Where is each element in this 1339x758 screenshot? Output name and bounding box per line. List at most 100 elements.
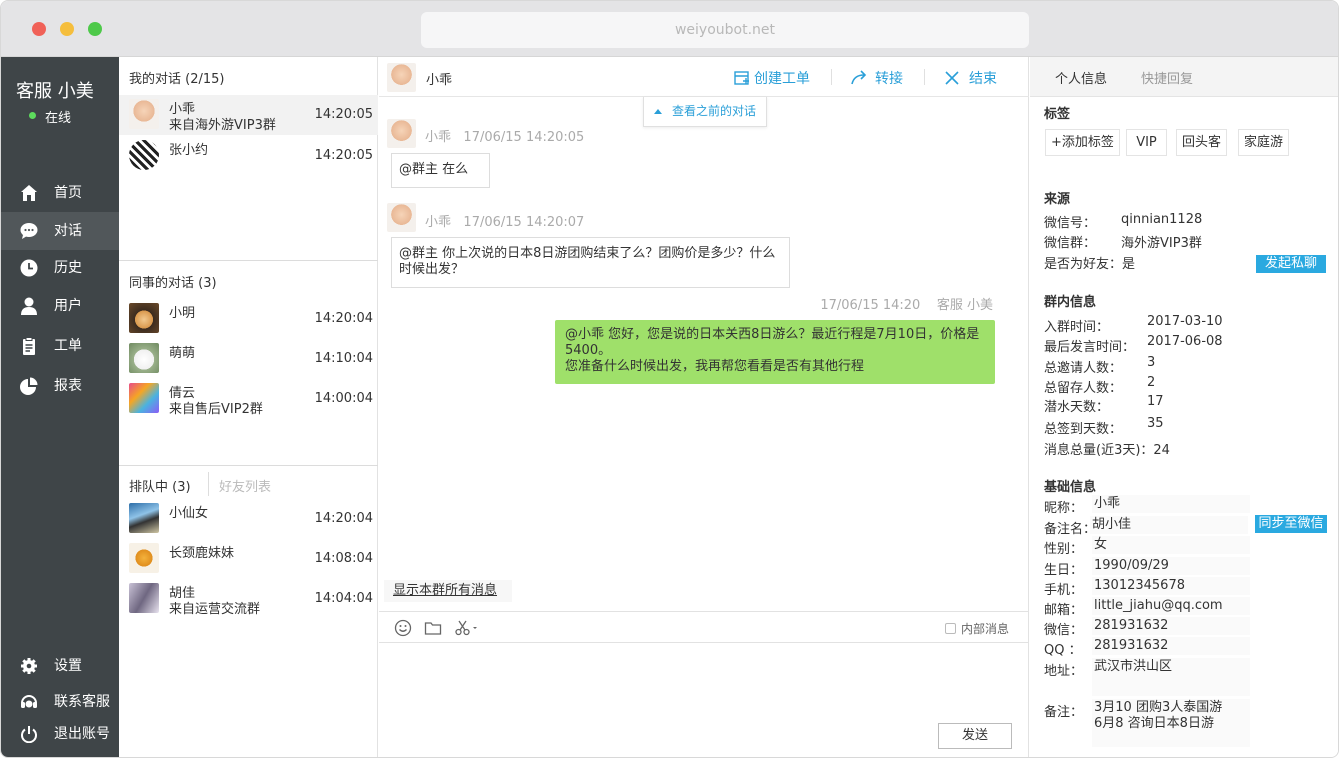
sync-to-wechat-button[interactable]: 同步至微信 — [1255, 515, 1327, 533]
nav-reports[interactable]: 报表 — [1, 367, 119, 405]
compose-toolbar: 内部消息 — [379, 611, 1029, 643]
internal-message-checkbox[interactable]: 内部消息 — [944, 620, 1009, 637]
nav-tickets[interactable]: 工单 — [1, 327, 119, 365]
chat-header: 小乖 创建工单 转接 结束 — [379, 57, 1029, 97]
conversation-time: 14:20:04 — [314, 311, 373, 326]
conversation-item[interactable]: 小仙女 14:20:04 — [119, 499, 378, 539]
birthday-field[interactable]: 1990/09/29 — [1092, 557, 1250, 575]
queue-tab[interactable]: 排队中 (3) — [129, 476, 191, 495]
create-ticket-button[interactable]: 创建工单 — [734, 68, 810, 88]
message-meta: 17/06/15 14:20 客服 小美 — [820, 294, 993, 313]
caret-up-icon — [654, 109, 662, 114]
conversation-item[interactable]: 萌萌 14:10:04 — [119, 339, 378, 379]
tag-chip[interactable]: 家庭游 — [1238, 129, 1290, 156]
sidebar: 客服 小美 在线 首页 对话 历史 用户 工单 报表 设置 联系客服 退出账号 — [1, 57, 119, 757]
transfer-button[interactable]: 转接 — [851, 68, 903, 88]
basic-info-label: 地址： — [1044, 664, 1084, 679]
gender-field[interactable]: 女 — [1092, 536, 1250, 554]
address-field[interactable]: 武汉市洪山区 — [1092, 658, 1250, 696]
message-input[interactable] — [379, 644, 1029, 757]
group-info-label: 总签到天数： — [1044, 422, 1123, 437]
home-icon — [21, 185, 37, 201]
avatar — [129, 343, 159, 373]
window-maximize-button[interactable] — [88, 22, 102, 36]
friends-list-tab[interactable]: 好友列表 — [219, 476, 271, 495]
show-all-group-messages-link[interactable]: 显示本群所有消息 — [384, 580, 512, 602]
window-minimize-button[interactable] — [60, 22, 74, 36]
conversation-item[interactable]: 小乖 来自海外游VIP3群 14:20:05 — [119, 95, 378, 135]
basic-info-label: 生日： — [1044, 563, 1084, 578]
conversation-time: 14:20:05 — [314, 148, 373, 163]
chat-panel: 小乖 创建工单 转接 结束 查看之前的对话 小乖 17/06/15 14:20:… — [379, 57, 1029, 757]
gear-icon — [21, 658, 37, 674]
send-button[interactable]: 发送 — [938, 723, 1012, 749]
tab-quick-reply[interactable]: 快捷回复 — [1141, 68, 1193, 87]
conversation-name: 小仙女 — [169, 506, 209, 521]
address-bar[interactable]: weiyoubot.net — [421, 12, 1029, 48]
basic-info-title: 基础信息 — [1044, 480, 1097, 495]
wechat-field[interactable]: 281931632 — [1092, 617, 1250, 635]
message-time: 17/06/15 14:20 — [820, 298, 921, 313]
conversation-time: 14:00:04 — [314, 391, 373, 406]
nav-logout[interactable]: 退出账号 — [1, 715, 119, 753]
group-info-label: 潜水天数： — [1044, 400, 1110, 415]
tab-divider — [208, 472, 209, 496]
end-chat-button[interactable]: 结束 — [945, 68, 997, 88]
basic-info-label: 性别： — [1044, 542, 1084, 557]
conversation-item[interactable]: 倩云 来自售后VIP2群 14:00:04 — [119, 379, 378, 419]
email-field[interactable]: little_jiahu@qq.com — [1092, 597, 1250, 615]
wechat-id-value: qinnian1128 — [1121, 212, 1203, 227]
scissors-icon[interactable] — [454, 619, 480, 637]
conversation-name: 长颈鹿妹妹 — [169, 546, 235, 561]
basic-info-label: 昵称： — [1044, 501, 1084, 516]
nav-home[interactable]: 首页 — [1, 174, 119, 212]
view-history-button[interactable]: 查看之前的对话 — [643, 97, 767, 127]
online-status-dot — [29, 112, 36, 119]
nav-label: 对话 — [54, 223, 82, 239]
basic-info-label: 备注名： — [1044, 522, 1097, 537]
conversation-source: 来自运营交流群 — [169, 602, 261, 617]
conversation-item[interactable]: 长颈鹿妹妹 14:08:04 — [119, 539, 378, 579]
conversation-time: 14:08:04 — [314, 551, 373, 566]
transfer-icon — [851, 70, 867, 85]
tab-profile[interactable]: 个人信息 — [1055, 68, 1107, 87]
conversation-name: 萌萌 — [169, 346, 196, 361]
note-field[interactable]: 3月10 团购3人泰国游 6月8 咨询日本8日游 — [1092, 699, 1250, 747]
wechat-id-label: 微信号： — [1044, 216, 1097, 231]
conversation-item[interactable]: 小明 14:20:04 — [119, 299, 378, 339]
basic-info-label: 手机： — [1044, 583, 1084, 598]
qq-field[interactable]: 281931632 — [1092, 637, 1250, 655]
start-private-chat-button[interactable]: 发起私聊 — [1256, 255, 1326, 273]
divider — [119, 465, 378, 466]
group-info-label: 总邀请人数： — [1044, 361, 1123, 376]
conversation-name: 张小约 — [169, 143, 209, 158]
group-info-title: 群内信息 — [1044, 295, 1097, 310]
conversation-item[interactable]: 胡佳 来自运营交流群 14:04:04 — [119, 579, 378, 619]
add-tag-button[interactable]: +添加标签 — [1045, 129, 1120, 156]
message-text: @群主 你上次说的日本8日游团购结束了么？团购价是多少？什么 — [399, 246, 776, 261]
tag-chip[interactable]: 回头客 — [1176, 129, 1228, 156]
conversation-item[interactable]: 张小约 14:20:05 — [119, 136, 378, 176]
message-time: 17/06/15 14:20:07 — [463, 215, 585, 230]
group-info-value: 2017-06-08 — [1147, 334, 1223, 349]
tag-chip[interactable]: VIP — [1126, 129, 1167, 156]
avatar — [387, 203, 416, 232]
nickname-field[interactable]: 小乖 — [1092, 495, 1250, 513]
folder-icon[interactable] — [424, 619, 442, 637]
emoji-icon[interactable] — [394, 619, 412, 637]
conversation-source: 来自海外游VIP3群 — [169, 118, 276, 133]
power-icon — [21, 726, 37, 743]
note-text: 6月8 咨询日本8日游 — [1094, 716, 1214, 731]
conversation-source: 来自售后VIP2群 — [169, 402, 263, 417]
nav-history[interactable]: 历史 — [1, 249, 119, 287]
nav-settings[interactable]: 设置 — [1, 647, 119, 685]
window-close-button[interactable] — [32, 22, 46, 36]
nav-label: 历史 — [54, 260, 82, 276]
remark-name-field[interactable]: 胡小佳 — [1090, 516, 1248, 534]
group-info-label: 最后发言时间： — [1044, 340, 1136, 355]
avatar — [387, 63, 416, 92]
phone-field[interactable]: 13012345678 — [1092, 577, 1250, 595]
nav-users[interactable]: 用户 — [1, 287, 119, 325]
nav-chat[interactable]: 对话 — [1, 212, 119, 250]
checkbox[interactable] — [944, 623, 956, 634]
